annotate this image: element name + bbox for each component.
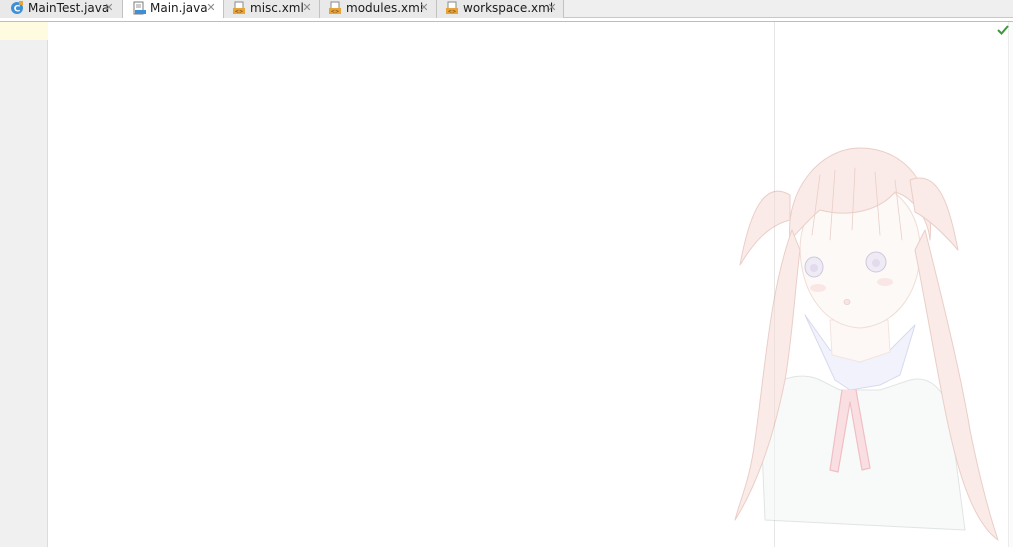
error-stripe[interactable] <box>1008 22 1013 547</box>
java-class-icon: C <box>11 1 23 15</box>
close-icon[interactable]: ✕ <box>206 1 216 15</box>
tab-modules-xml[interactable]: <> modules.xml ✕ <box>320 0 437 18</box>
close-icon[interactable]: ✕ <box>547 1 557 15</box>
editor-tab-bar: C MainTest.java ✕ Main.java ✕ <> misc.xm… <box>0 0 1013 19</box>
close-icon[interactable]: ✕ <box>302 1 312 15</box>
svg-text:<>: <> <box>235 9 243 15</box>
tab-label: misc.xml <box>250 1 304 15</box>
xml-file-icon: <> <box>446 1 458 15</box>
tab-misc-xml[interactable]: <> misc.xml ✕ <box>224 0 320 18</box>
line-number-gutter[interactable] <box>0 22 48 547</box>
svg-text:<>: <> <box>448 9 456 15</box>
editor-window: C MainTest.java ✕ Main.java ✕ <> misc.xm… <box>0 0 1013 547</box>
tab-maintest-java[interactable]: C MainTest.java ✕ <box>0 0 123 18</box>
anime-girl-illustration <box>734 147 999 541</box>
checkmark-icon[interactable] <box>996 23 1010 37</box>
caret-line-highlight <box>0 22 48 40</box>
tab-label: MainTest.java <box>28 1 110 15</box>
tab-workspace-xml[interactable]: <> workspace.xml ✕ <box>437 0 564 18</box>
xml-file-icon: <> <box>233 1 245 15</box>
java-file-icon <box>133 1 146 15</box>
tab-label: Main.java <box>150 1 208 15</box>
tab-label: workspace.xml <box>463 1 554 15</box>
xml-file-icon: <> <box>329 1 341 15</box>
tab-label: modules.xml <box>346 1 424 15</box>
svg-text:C: C <box>14 5 21 15</box>
close-icon[interactable]: ✕ <box>104 1 114 15</box>
svg-text:<>: <> <box>331 9 339 15</box>
tab-main-java[interactable]: Main.java ✕ <box>123 0 224 19</box>
close-icon[interactable]: ✕ <box>419 1 429 15</box>
tab-bar-divider <box>0 18 1013 22</box>
